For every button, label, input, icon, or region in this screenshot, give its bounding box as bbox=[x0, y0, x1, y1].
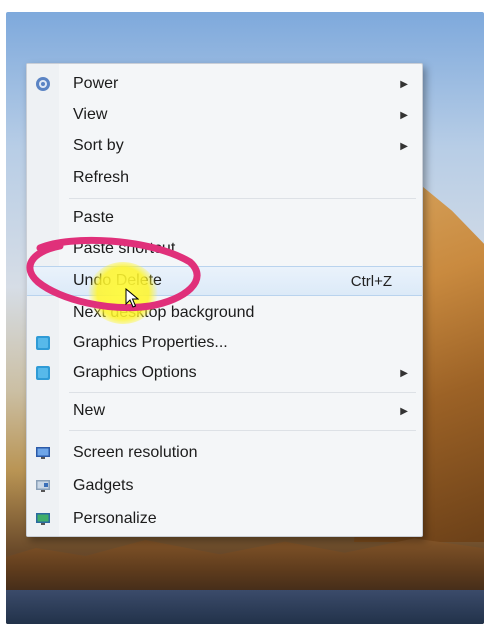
submenu-arrow-icon: ▶ bbox=[400, 367, 408, 379]
power-icon bbox=[35, 76, 51, 92]
menu-item-label: Refresh bbox=[73, 169, 130, 186]
menu-item-next-desktop-background[interactable]: Next desktop background bbox=[27, 298, 422, 328]
menu-item-label: Power bbox=[73, 75, 119, 92]
menu-item-label: Sort by bbox=[73, 137, 124, 154]
menu-item-gadgets[interactable]: Gadgets bbox=[27, 471, 422, 501]
shortcut-label: Ctrl+Z bbox=[350, 272, 392, 290]
monitor-icon bbox=[35, 445, 51, 461]
menu-separator bbox=[69, 392, 416, 393]
menu-item-label: Paste bbox=[73, 209, 114, 226]
submenu-arrow-icon: ▶ bbox=[400, 140, 408, 152]
menu-item-label: Graphics Properties... bbox=[73, 334, 228, 351]
graphics-icon bbox=[35, 335, 51, 351]
menu-item-personalize[interactable]: Personalize bbox=[27, 504, 422, 534]
menu-item-sort-by[interactable]: Sort by ▶ bbox=[27, 131, 422, 161]
menu-item-graphics-properties[interactable]: Graphics Properties... bbox=[27, 328, 422, 358]
personalize-icon bbox=[35, 511, 51, 527]
menu-item-paste-shortcut[interactable]: Paste shortcut bbox=[27, 234, 422, 264]
menu-item-label: Undo Delete bbox=[73, 272, 162, 289]
menu-item-graphics-options[interactable]: Graphics Options ▶ bbox=[27, 358, 422, 388]
menu-item-label: Next desktop background bbox=[73, 304, 255, 321]
menu-item-new[interactable]: New ▶ bbox=[27, 396, 422, 426]
wallpaper-water bbox=[6, 590, 484, 624]
menu-item-label: Graphics Options bbox=[73, 364, 197, 381]
menu-item-paste[interactable]: Paste bbox=[27, 203, 422, 233]
menu-item-power[interactable]: Power ▶ bbox=[27, 69, 422, 99]
menu-separator bbox=[69, 198, 416, 199]
menu-separator bbox=[69, 430, 416, 431]
menu-item-label: Paste shortcut bbox=[73, 240, 176, 257]
menu-item-label: Personalize bbox=[73, 510, 157, 527]
submenu-arrow-icon: ▶ bbox=[400, 109, 408, 121]
menu-item-label: Gadgets bbox=[73, 477, 134, 494]
menu-item-refresh[interactable]: Refresh bbox=[27, 163, 422, 193]
menu-item-label: View bbox=[73, 106, 108, 123]
desktop-context-menu: Power ▶ View ▶ Sort by ▶ Refresh Paste P… bbox=[26, 63, 423, 537]
menu-item-screen-resolution[interactable]: Screen resolution bbox=[27, 438, 422, 468]
gadgets-icon bbox=[35, 478, 51, 494]
submenu-arrow-icon: ▶ bbox=[400, 405, 408, 417]
submenu-arrow-icon: ▶ bbox=[400, 78, 408, 90]
menu-item-view[interactable]: View ▶ bbox=[27, 100, 422, 130]
menu-item-label: Screen resolution bbox=[73, 444, 198, 461]
menu-item-undo-delete[interactable]: Undo Delete Ctrl+Z bbox=[27, 266, 422, 296]
menu-item-label: New bbox=[73, 402, 106, 419]
graphics-icon bbox=[35, 365, 51, 381]
